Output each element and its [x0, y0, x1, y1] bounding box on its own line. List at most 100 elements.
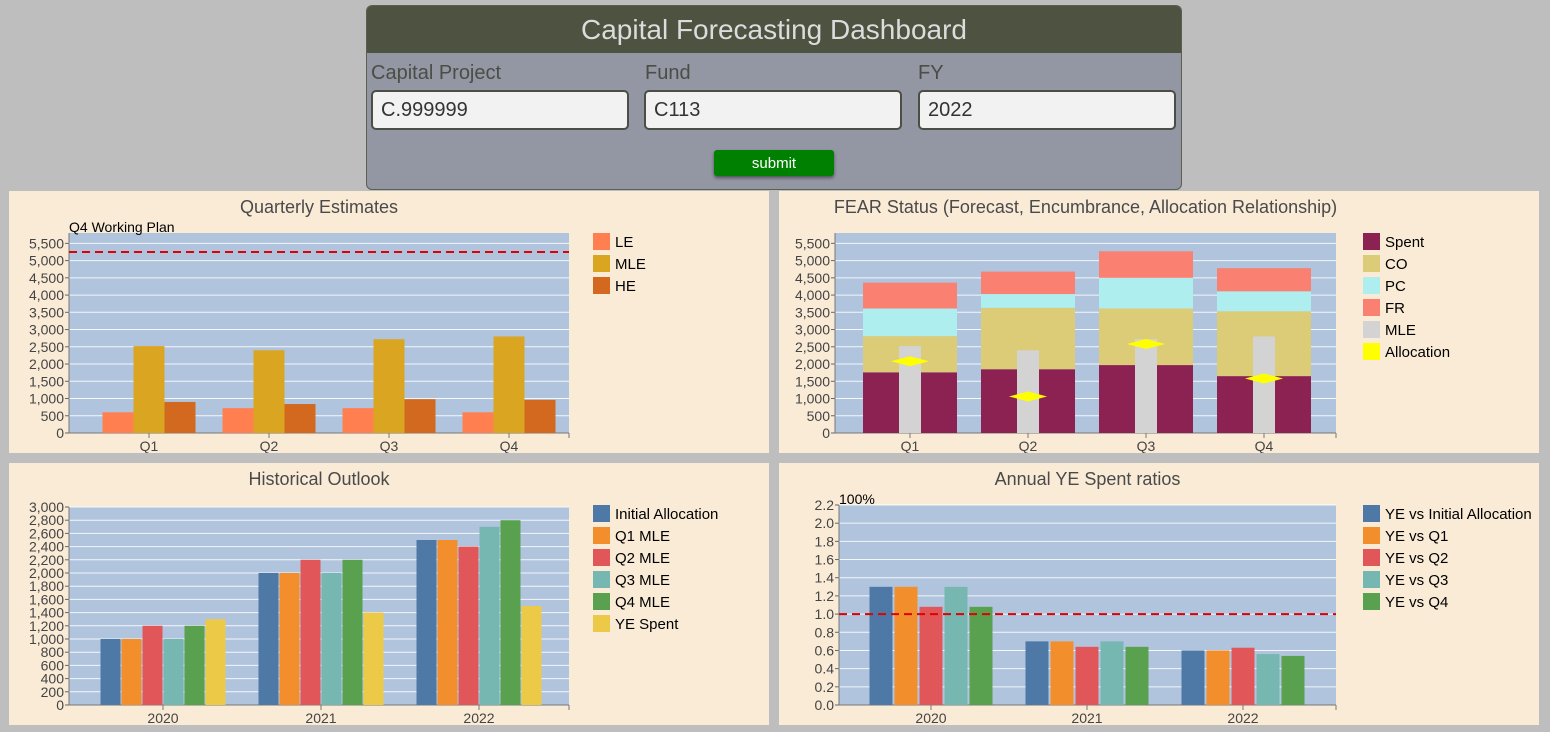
- bar-q1-mle-2021: [279, 573, 300, 705]
- bar-q4-mle-2022: [500, 520, 521, 705]
- legend-label: YE vs Q4: [1385, 594, 1448, 611]
- submit-button[interactable]: submit: [714, 150, 834, 176]
- legend-label: Spent: [1385, 234, 1425, 251]
- bar-le-q2: [222, 408, 254, 433]
- y-tick-label: 1,000: [795, 391, 830, 407]
- legend-swatch-spent: [1363, 233, 1380, 250]
- annual-ye-spent-ratios-chart: Annual YE Spent ratios 0.0 0.2 0.4 0.6 0.8 1.0…: [815, 469, 1532, 725]
- x-tick-label: Q3: [1137, 438, 1156, 453]
- legend-swatch-he: [593, 277, 610, 294]
- fear-status-chart: FEAR Status (Forecast, Encumbrance, Allo…: [795, 197, 1450, 453]
- fear-status-panel: FEAR Status (Forecast, Encumbrance, Allo…: [779, 191, 1539, 453]
- bar-pc-q3: [1099, 277, 1193, 309]
- y-tick-label: 2,000: [29, 356, 64, 372]
- annual-ratios-panel: Annual YE Spent ratios 0.0 0.2 0.4 0.6 0.8 1.0…: [779, 463, 1539, 725]
- y-tick-label: 5,500: [29, 235, 64, 251]
- y-tick-label: 3,500: [29, 304, 64, 320]
- y-tick-label: 0: [822, 425, 830, 441]
- chart-title: Historical Outlook: [248, 469, 390, 489]
- legend-swatch-ye-vs-initial-allocation: [1363, 505, 1380, 522]
- bar-ye-spent-2020: [205, 619, 226, 705]
- legend-label: HE: [615, 278, 636, 295]
- bar-q1-mle-2020: [121, 639, 142, 705]
- bar-ye-spent-2022: [521, 606, 542, 705]
- bar-ye-vs-q2-2021: [1075, 646, 1099, 705]
- y-tick-label: 0.0: [815, 697, 835, 713]
- bar-initial-allocation-2021: [258, 573, 279, 705]
- bar-pc-q1: [863, 308, 957, 337]
- y-tick-label: 5,000: [29, 253, 64, 269]
- legend-label: Allocation: [1385, 344, 1450, 361]
- legend-label: MLE: [615, 256, 646, 273]
- bar-fr-q3: [1099, 251, 1193, 278]
- bar-ye-vs-q2-2022: [1231, 647, 1255, 705]
- bar-q2-mle-2021: [300, 559, 321, 705]
- capital-forecast-form: Capital Forecasting Dashboard Capital Pr…: [366, 5, 1182, 190]
- bar-ye-vs-q1-2021: [1050, 641, 1074, 705]
- y-tick-label: 2.0: [815, 515, 835, 531]
- bar-he-q4: [524, 399, 556, 433]
- historical-outlook-chart: Historical Outlook02004006008001,0001,20…: [29, 469, 718, 725]
- y-tick-label: 3,500: [795, 304, 830, 320]
- legend-swatch-le: [593, 233, 610, 250]
- bar-ye-vs-q4-2022: [1281, 655, 1305, 705]
- y-tick-label: 0.4: [815, 661, 835, 677]
- legend-swatch-ye-spent: [593, 615, 610, 632]
- legend-swatch-ye-vs-q4: [1363, 593, 1380, 610]
- reference-line-label: 100%: [839, 491, 875, 507]
- x-tick-label: Q1: [901, 438, 920, 453]
- fund-label: Fund: [645, 62, 691, 84]
- bar-pc-q4: [1217, 291, 1311, 312]
- y-tick-label: 500: [41, 408, 65, 424]
- bar-le-q4: [462, 412, 494, 433]
- x-tick-label: 2022: [463, 710, 494, 725]
- legend-label: YE Spent: [615, 616, 679, 633]
- bar-ye-vs-q3-2022: [1256, 654, 1280, 705]
- bar-ye-vs-q2-2020: [919, 606, 943, 705]
- legend-swatch-q2-mle: [593, 549, 610, 566]
- bar-mle-q3: [373, 339, 405, 433]
- bar-q4-mle-2020: [184, 625, 205, 705]
- chart-title: Quarterly Estimates: [240, 197, 398, 217]
- y-tick-label: 1.4: [815, 570, 835, 586]
- bar-ye-vs-q3-2021: [1100, 641, 1124, 705]
- bar-le-q1: [102, 412, 134, 433]
- y-tick-label: 4,000: [29, 287, 64, 303]
- capital-project-input[interactable]: [371, 90, 629, 130]
- legend-label: Q4 MLE: [615, 594, 670, 611]
- bar-ye-vs-initial-allocation-2022: [1181, 650, 1205, 705]
- bar-fr-q4: [1217, 268, 1311, 292]
- x-tick-label: Q4: [500, 438, 519, 453]
- legend-label: YE vs Q2: [1385, 550, 1448, 567]
- historical-outlook-panel: Historical Outlook 0 200 400 600 800 1,000 1,20…: [9, 463, 769, 725]
- bar-ye-vs-q3-2020: [944, 586, 968, 705]
- bar-he-q2: [284, 404, 316, 433]
- y-tick-label: 5,000: [795, 253, 830, 269]
- x-tick-label: Q2: [260, 438, 279, 453]
- bar-q1-mle-2022: [437, 540, 458, 705]
- x-tick-label: 2020: [147, 710, 178, 725]
- bar-fr-q1: [863, 282, 957, 309]
- fy-input[interactable]: [918, 90, 1176, 130]
- legend-swatch-ye-vs-q1: [1363, 527, 1380, 544]
- legend-label: Initial Allocation: [615, 506, 718, 523]
- y-tick-label: 0.2: [815, 679, 835, 695]
- legend-swatch-q4-mle: [593, 593, 610, 610]
- bar-mle-q4: [493, 336, 525, 433]
- y-tick-label: 2,500: [29, 339, 64, 355]
- fund-input[interactable]: [644, 90, 902, 130]
- legend-label: LE: [615, 234, 633, 251]
- y-tick-label: 0.6: [815, 642, 835, 658]
- x-tick-label: Q1: [140, 438, 159, 453]
- quarterly-estimates-panel: Quarterly Estimates 0 500 1,000 1,500 2,000 2,…: [9, 191, 769, 453]
- y-tick-label: 3,000: [29, 322, 64, 338]
- x-tick-label: 2020: [915, 710, 946, 725]
- bar-q3-mle-2020: [163, 639, 184, 705]
- legend-label: FR: [1385, 300, 1405, 317]
- y-tick-label: 1,000: [29, 391, 64, 407]
- y-tick-label: 1.6: [815, 552, 835, 568]
- bar-q3-mle-2021: [321, 573, 342, 705]
- y-tick-label: 1.0: [815, 606, 835, 622]
- legend-swatch-ye-vs-q3: [1363, 571, 1380, 588]
- legend-swatch-q3-mle: [593, 571, 610, 588]
